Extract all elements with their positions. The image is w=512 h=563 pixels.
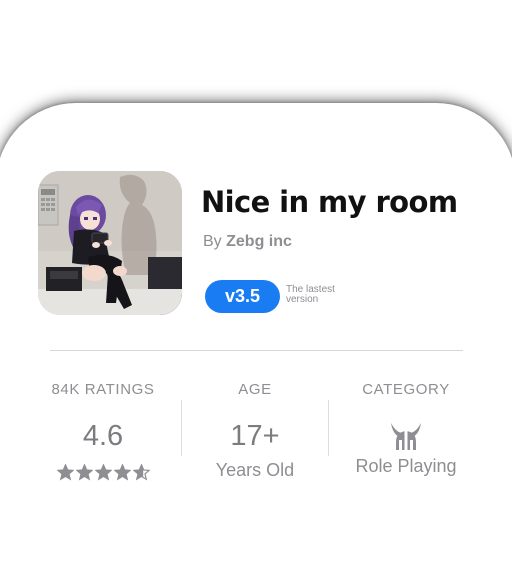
ratings-stat[interactable]: 84K RATINGS 4.6 xyxy=(42,380,164,481)
age-stat[interactable]: AGE 17+ Years Old xyxy=(194,380,316,482)
ratings-label: 84K RATINGS xyxy=(51,381,155,398)
version-badge[interactable]: v3.5 xyxy=(205,280,280,313)
developer-prefix: By xyxy=(203,233,222,250)
age-label: AGE xyxy=(238,381,272,398)
version-note: The lastest version xyxy=(286,284,335,305)
star-icon xyxy=(75,464,93,481)
app-icon[interactable] xyxy=(38,171,182,315)
section-divider xyxy=(50,350,463,351)
version-label: v3.5 xyxy=(224,286,261,306)
star-rating xyxy=(42,464,164,481)
stat-divider xyxy=(328,400,329,456)
app-icon-artwork xyxy=(38,171,182,315)
viking-helmet-icon xyxy=(338,420,474,454)
category-stat[interactable]: CATEGORY Role Playing xyxy=(338,380,474,478)
star-icon xyxy=(113,464,131,481)
ratings-value: 4.6 xyxy=(82,420,124,452)
stat-divider xyxy=(181,400,182,456)
category-label: CATEGORY xyxy=(362,381,450,398)
age-sub: Years Old xyxy=(215,460,295,480)
age-value: 17+ xyxy=(230,420,280,452)
category-sub: Role Playing xyxy=(355,456,457,476)
star-icon xyxy=(94,464,112,481)
star-icon xyxy=(56,464,74,481)
star-icon xyxy=(132,464,150,481)
app-title: Nice in my room xyxy=(201,185,458,219)
developer-line[interactable]: By Zebg inc xyxy=(203,233,292,251)
developer-name[interactable]: Zebg inc xyxy=(226,233,292,250)
